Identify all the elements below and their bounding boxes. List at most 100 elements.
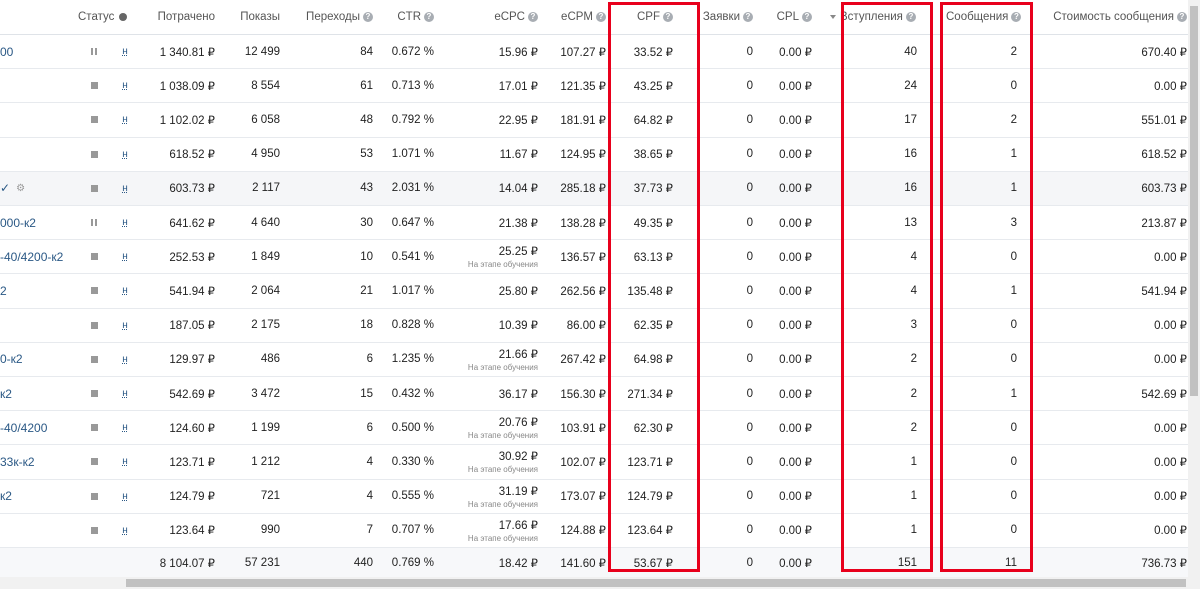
- row-link-label[interactable]: н: [122, 354, 128, 365]
- status-icon[interactable]: [86, 445, 102, 478]
- vertical-scroll-thumb[interactable]: [1190, 6, 1198, 396]
- stop-icon[interactable]: [90, 82, 98, 90]
- status-icon[interactable]: [86, 411, 102, 444]
- help-icon[interactable]: ?: [1177, 12, 1187, 22]
- table-row[interactable]: н 123.64 ₽ 990 7 0.707 % 17.66 ₽ На этапе обуч…: [0, 513, 1200, 548]
- campaign-name-label[interactable]: 33к-к2: [0, 455, 35, 469]
- campaign-name[interactable]: к2: [0, 377, 70, 410]
- header-ecpm[interactable]: eCPM?: [540, 0, 606, 34]
- row-link-label[interactable]: н: [122, 525, 128, 536]
- row-link[interactable]: н: [118, 274, 132, 307]
- vertical-scrollbar[interactable]: [1188, 0, 1200, 577]
- row-link[interactable]: н: [118, 240, 132, 273]
- table-row[interactable]: н 1 038.09 ₽ 8 554 61 0.713 % 17.01 ₽ 121.35 ₽…: [0, 69, 1200, 104]
- status-icon[interactable]: [86, 514, 102, 547]
- status-icon[interactable]: [86, 103, 102, 136]
- stop-icon[interactable]: [90, 424, 98, 432]
- status-icon[interactable]: [86, 69, 102, 102]
- campaign-name[interactable]: -40/4200-к2: [0, 240, 70, 273]
- campaign-name[interactable]: 2: [0, 274, 70, 307]
- status-icon[interactable]: [86, 138, 102, 171]
- campaign-name[interactable]: 000-к2: [0, 206, 70, 239]
- row-link-label[interactable]: н: [122, 422, 128, 433]
- header-ecpc[interactable]: eCPC?: [445, 0, 538, 34]
- campaign-name-label[interactable]: -40/4200-к2: [0, 250, 63, 264]
- row-link[interactable]: н: [118, 411, 132, 444]
- header-msg-cost[interactable]: Стоимость сообщения?: [1040, 0, 1187, 34]
- table-row[interactable]: к2 н 124.79 ₽ 721 4 0.555 % 31.19 ₽ На этапе об…: [0, 479, 1200, 514]
- campaign-name-label[interactable]: к2: [0, 489, 12, 503]
- table-row[interactable]: 33к-к2 н 123.71 ₽ 1 212 4 0.330 % 30.92 ₽ На эт…: [0, 445, 1200, 480]
- status-icon[interactable]: [86, 172, 102, 205]
- header-impressions[interactable]: Показы: [220, 0, 280, 34]
- row-link-label[interactable]: н: [122, 491, 128, 502]
- table-row[interactable]: н 1 102.02 ₽ 6 058 48 0.792 % 22.95 ₽ 181.91 ₽…: [0, 103, 1200, 138]
- row-link[interactable]: н: [118, 445, 132, 478]
- campaign-name[interactable]: -40/4200: [0, 411, 70, 444]
- row-link-label[interactable]: н: [122, 80, 128, 91]
- campaign-name-label[interactable]: 000-к2: [0, 216, 36, 230]
- help-icon[interactable]: ?: [802, 12, 812, 22]
- table-row[interactable]: ✓ ⚙ н 603.73 ₽2 117 43 2.031 % 14.04 ₽285.18 ₽…: [0, 171, 1200, 206]
- horizontal-scroll-thumb[interactable]: [126, 579, 1186, 587]
- row-link-label[interactable]: н: [122, 456, 128, 467]
- row-link[interactable]: н: [118, 309, 132, 342]
- header-spent[interactable]: Потрачено: [140, 0, 215, 34]
- row-link[interactable]: н: [118, 514, 132, 547]
- campaign-name-label[interactable]: 2: [0, 284, 7, 298]
- settings-gear-icon[interactable]: ⚙: [16, 183, 25, 194]
- stop-icon[interactable]: [90, 116, 98, 124]
- stop-icon[interactable]: [90, 492, 98, 500]
- row-link-label[interactable]: н: [122, 149, 128, 160]
- status-icon[interactable]: [86, 377, 102, 410]
- campaign-name[interactable]: [0, 138, 70, 171]
- row-link-label[interactable]: н: [122, 114, 128, 125]
- row-link-label[interactable]: н: [122, 251, 128, 262]
- row-link[interactable]: н: [118, 103, 132, 136]
- pause-icon[interactable]: [91, 219, 97, 227]
- row-link[interactable]: н: [118, 343, 132, 376]
- header-cpl[interactable]: CPL?: [760, 0, 812, 34]
- table-row[interactable]: 2 н 541.94 ₽ 2 064 21 1.017 % 25.80 ₽ 262.56 ₽ 1…: [0, 274, 1200, 309]
- row-link[interactable]: н: [118, 206, 132, 239]
- stop-icon[interactable]: [90, 253, 98, 261]
- table-row[interactable]: 000-к2 н 641.62 ₽4 640 30 0.647 % 21.38 ₽138.…: [0, 206, 1200, 241]
- row-link[interactable]: н: [118, 172, 132, 205]
- status-icon[interactable]: [86, 343, 102, 376]
- stop-icon[interactable]: [90, 287, 98, 295]
- stop-icon[interactable]: [90, 150, 98, 158]
- campaign-name-label[interactable]: -40/4200: [0, 421, 47, 435]
- campaign-name[interactable]: [0, 514, 70, 547]
- help-icon[interactable]: ?: [743, 12, 753, 22]
- header-messages[interactable]: Сообщения?: [946, 0, 1026, 34]
- campaign-name[interactable]: ✓ ⚙: [0, 172, 70, 205]
- campaign-name[interactable]: 00: [0, 35, 70, 68]
- campaign-name-label[interactable]: 0-к2: [0, 352, 23, 366]
- table-row[interactable]: -40/4200-к2 н 252.53 ₽ 1 849 10 0.541 % 25.25 …: [0, 240, 1200, 275]
- campaign-name[interactable]: к2: [0, 480, 70, 513]
- help-icon[interactable]: ?: [424, 12, 434, 22]
- help-icon[interactable]: ?: [596, 12, 606, 22]
- row-link-label[interactable]: н: [122, 320, 128, 331]
- header-clicks[interactable]: Переходы?: [285, 0, 373, 34]
- stop-icon[interactable]: [90, 355, 98, 363]
- row-link[interactable]: н: [118, 35, 132, 68]
- stop-icon[interactable]: [90, 321, 98, 329]
- table-row[interactable]: 0-к2 н 129.97 ₽ 486 6 1.235 % 21.66 ₽ На этапе …: [0, 342, 1200, 377]
- row-link-label[interactable]: н: [122, 46, 128, 57]
- status-icon[interactable]: [86, 480, 102, 513]
- row-link-label[interactable]: н: [122, 285, 128, 296]
- row-link[interactable]: н: [118, 377, 132, 410]
- row-link-label[interactable]: н: [122, 388, 128, 399]
- table-row[interactable]: 00 н 1 340.81 ₽ 12 499 84 0.672 % 15.96 ₽ 107.2…: [0, 35, 1200, 70]
- row-link[interactable]: н: [118, 69, 132, 102]
- horizontal-scrollbar[interactable]: [0, 577, 1200, 589]
- table-row[interactable]: к2 н 542.69 ₽ 3 472 15 0.432 % 36.17 ₽ 156.30 ₽…: [0, 377, 1200, 412]
- row-link-label[interactable]: н: [122, 183, 128, 194]
- stop-icon[interactable]: [90, 184, 98, 192]
- table-row[interactable]: н 618.52 ₽ 4 950 53 1.071 % 11.67 ₽ 124.95 ₽ 38…: [0, 137, 1200, 172]
- campaign-name-label[interactable]: ✓: [0, 181, 10, 195]
- help-icon[interactable]: ?: [1011, 12, 1022, 22]
- campaign-name[interactable]: [0, 309, 70, 342]
- help-icon[interactable]: ?: [663, 12, 673, 22]
